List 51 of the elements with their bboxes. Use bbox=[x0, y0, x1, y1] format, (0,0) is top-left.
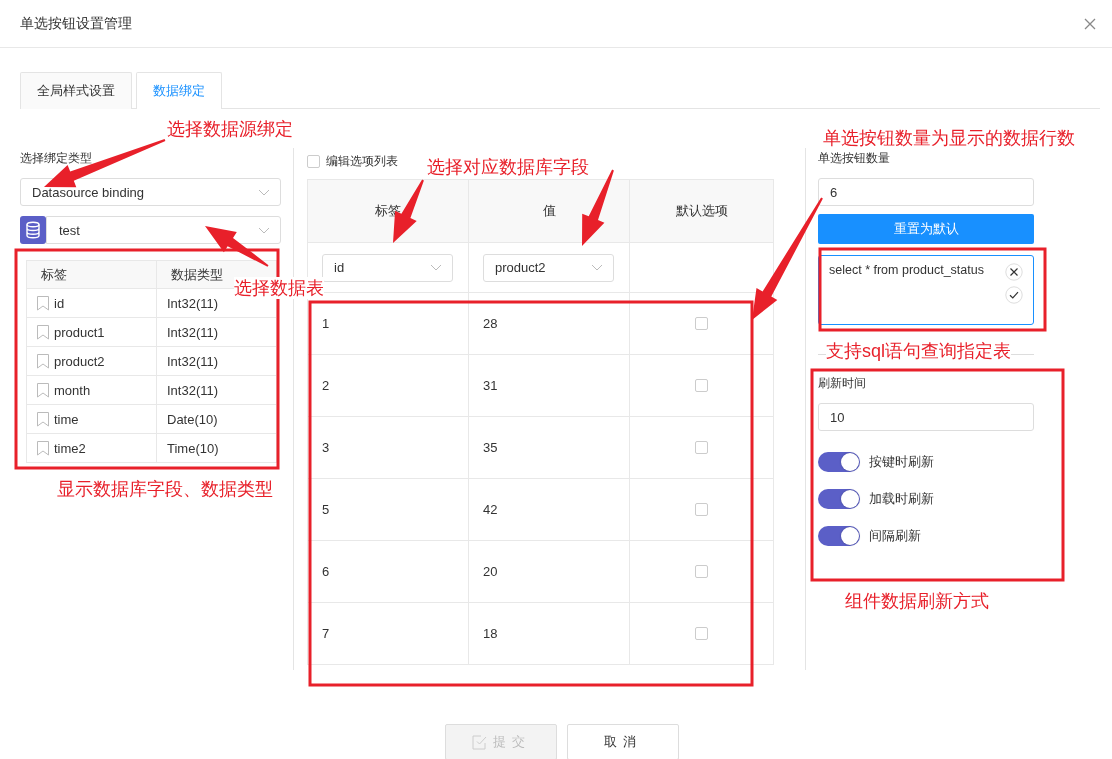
table-cell: time bbox=[54, 411, 79, 427]
table-cell: 1 bbox=[322, 316, 330, 331]
dialog-title: 单选按钮设置管理 bbox=[20, 14, 132, 33]
field-label: 刷新时间 bbox=[818, 375, 867, 391]
label-field-select[interactable]: id bbox=[322, 253, 453, 282]
table-cell: Date(10) bbox=[167, 411, 218, 427]
table-cell: Int32(11) bbox=[167, 295, 219, 311]
column-header: 值 bbox=[542, 202, 556, 220]
annotation-text: 选择数据源绑定 bbox=[167, 118, 293, 140]
table-cell: 2 bbox=[322, 378, 330, 393]
count-input[interactable]: 6 bbox=[818, 178, 1034, 206]
table-cell: month bbox=[54, 382, 91, 398]
column-header: 标签 bbox=[27, 261, 157, 288]
toggle-label: 按键时刷新 bbox=[869, 453, 934, 471]
annotation-text: 选择对应数据库字段 bbox=[427, 156, 589, 178]
table-cell: Int32(11) bbox=[167, 382, 219, 398]
binding-type-select[interactable]: Datasource binding bbox=[20, 178, 281, 206]
annotation-text: 组件数据刷新方式 bbox=[845, 590, 989, 612]
field-label: 单选按钮数量 bbox=[818, 150, 891, 166]
field-label: 选择绑定类型 bbox=[20, 150, 93, 166]
checkbox-label: 编辑选项列表 bbox=[326, 152, 398, 170]
table-cell: id bbox=[54, 295, 65, 311]
table-cell: 20 bbox=[483, 564, 498, 579]
tab[interactable]: 全局样式设置 bbox=[20, 72, 132, 109]
toggle-label: 加载时刷新 bbox=[869, 490, 934, 508]
table-cell: time2 bbox=[54, 440, 86, 456]
table-cell: 6 bbox=[322, 564, 330, 579]
table-cell: Time(10) bbox=[167, 440, 219, 456]
annotation-text: 显示数据库字段、数据类型 bbox=[57, 478, 273, 500]
table-cell: Int32(11) bbox=[167, 324, 219, 340]
sql-textarea[interactable]: select * from product_status bbox=[818, 255, 1034, 325]
annotation-text: 单选按钮数量为显示的数据行数 bbox=[823, 127, 1075, 149]
table-cell: 18 bbox=[483, 626, 498, 641]
table-select[interactable]: test bbox=[46, 216, 281, 244]
cancel-button[interactable]: 取消 bbox=[567, 724, 679, 759]
table-cell: 42 bbox=[483, 502, 498, 517]
value-field-select[interactable]: product2 bbox=[483, 253, 614, 282]
table-cell: 5 bbox=[322, 502, 330, 517]
table-cell: product2 bbox=[54, 353, 105, 369]
annotation-text: 选择数据表 bbox=[234, 277, 324, 299]
table-cell: 31 bbox=[483, 378, 498, 393]
table-cell: 3 bbox=[322, 440, 330, 455]
table-cell: 28 bbox=[483, 316, 498, 331]
column-header: 默认选项 bbox=[675, 202, 728, 220]
refresh-time-input[interactable]: 10 bbox=[818, 403, 1034, 431]
annotation-text: 支持sql语句查询指定表 bbox=[826, 340, 1011, 362]
table-cell: 35 bbox=[483, 440, 498, 455]
table-cell: 7 bbox=[322, 626, 330, 641]
toggle-label: 间隔刷新 bbox=[869, 527, 921, 545]
table-cell: product1 bbox=[54, 324, 105, 340]
table-cell: Int32(11) bbox=[167, 353, 219, 369]
